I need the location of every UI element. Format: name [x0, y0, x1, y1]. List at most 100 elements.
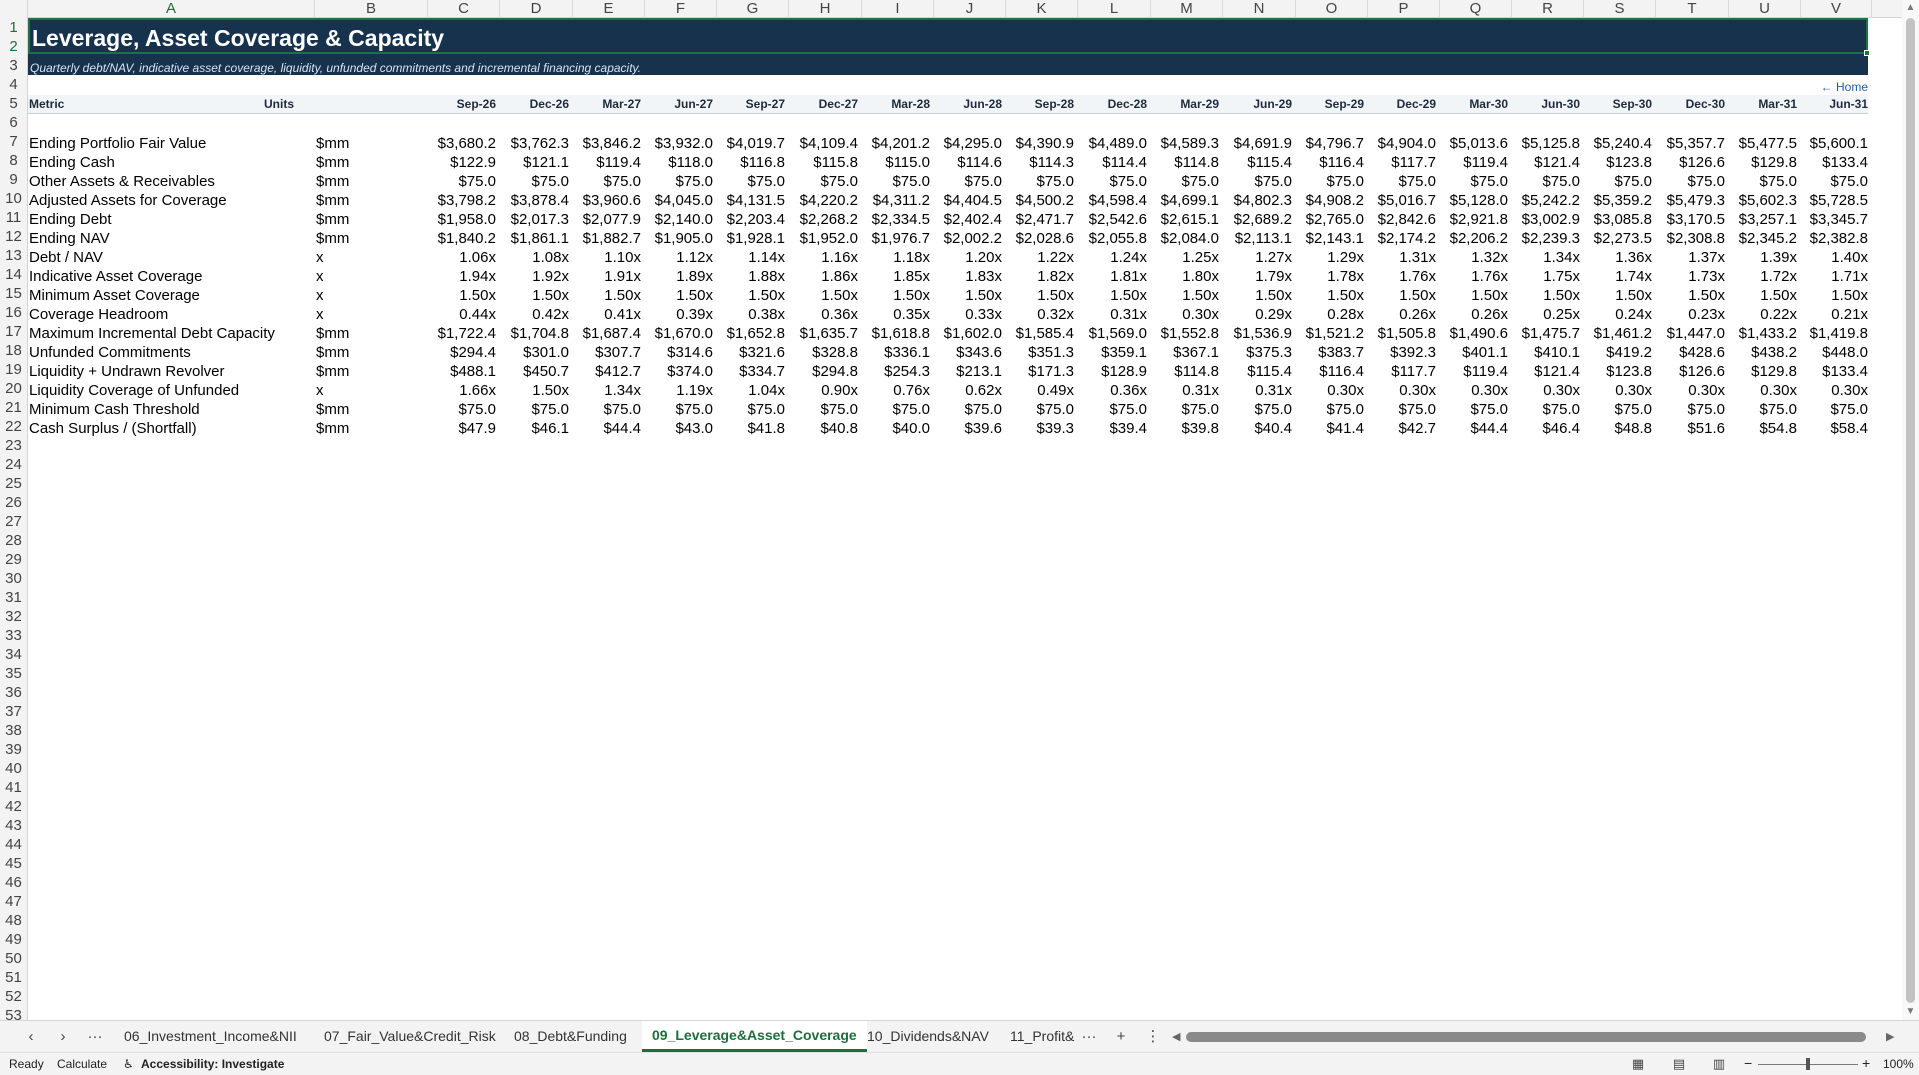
value-cell[interactable]: 1.14x [717, 248, 785, 267]
units-cell[interactable]: $mm [316, 172, 349, 191]
value-cell[interactable]: $1,952.0 [789, 229, 858, 248]
value-cell[interactable]: $75.0 [500, 172, 569, 191]
metric-label[interactable]: Coverage Headroom [29, 305, 168, 324]
value-cell[interactable]: $133.4 [1801, 362, 1868, 381]
value-cell[interactable]: 1.89x [645, 267, 713, 286]
value-cell[interactable]: $114.6 [934, 153, 1002, 172]
column-header[interactable]: T [1656, 0, 1729, 18]
value-cell[interactable]: 0.44x [428, 305, 496, 324]
value-cell[interactable]: $3,798.2 [428, 191, 496, 210]
value-cell[interactable]: $5,125.8 [1512, 134, 1580, 153]
value-cell[interactable]: $3,878.4 [500, 191, 569, 210]
value-cell[interactable]: $75.0 [573, 400, 641, 419]
row-header[interactable]: 48 [0, 911, 27, 930]
value-cell[interactable]: $75.0 [1078, 400, 1147, 419]
value-cell[interactable]: 1.88x [717, 267, 785, 286]
value-cell[interactable]: $1,704.8 [500, 324, 569, 343]
value-cell[interactable]: $321.6 [717, 343, 785, 362]
metric-label[interactable]: Liquidity + Undrawn Revolver [29, 362, 225, 381]
value-cell[interactable]: $4,311.2 [862, 191, 930, 210]
value-cell[interactable]: $3,345.7 [1801, 210, 1868, 229]
worksheet-grid[interactable]: Leverage, Asset Coverage & Capacity Quar… [28, 18, 1902, 1020]
value-cell[interactable]: $2,239.3 [1512, 229, 1580, 248]
value-cell[interactable]: $75.0 [1440, 172, 1508, 191]
value-cell[interactable]: 1.10x [573, 248, 641, 267]
value-cell[interactable]: $115.0 [862, 153, 930, 172]
value-cell[interactable]: $1,840.2 [428, 229, 496, 248]
metric-label[interactable]: Liquidity Coverage of Unfunded [29, 381, 239, 400]
value-cell[interactable]: $294.8 [789, 362, 858, 381]
calculate-button[interactable]: Calculate [57, 1057, 107, 1071]
value-cell[interactable]: 1.20x [934, 248, 1002, 267]
row-header[interactable]: 7 [0, 132, 27, 151]
value-cell[interactable]: $75.0 [1512, 400, 1580, 419]
tab-scroll-prev-button[interactable]: ‹ [20, 1027, 42, 1047]
value-cell[interactable]: 1.83x [934, 267, 1002, 286]
value-cell[interactable]: 0.76x [862, 381, 930, 400]
value-cell[interactable]: $115.4 [1223, 153, 1292, 172]
value-cell[interactable]: $122.9 [428, 153, 496, 172]
row-header[interactable]: 3 [0, 56, 27, 75]
value-cell[interactable]: $2,842.6 [1368, 210, 1436, 229]
units-cell[interactable]: $mm [316, 229, 349, 248]
value-cell[interactable]: $114.8 [1151, 362, 1219, 381]
value-cell[interactable]: $5,016.7 [1368, 191, 1436, 210]
value-cell[interactable]: $75.0 [500, 400, 569, 419]
value-cell[interactable]: 1.12x [645, 248, 713, 267]
value-cell[interactable]: 0.42x [500, 305, 569, 324]
row-header[interactable]: 30 [0, 569, 27, 588]
row-header[interactable]: 52 [0, 987, 27, 1006]
value-cell[interactable]: $488.1 [428, 362, 496, 381]
value-cell[interactable]: $5,479.3 [1656, 191, 1725, 210]
value-cell[interactable]: $4,796.7 [1296, 134, 1364, 153]
value-cell[interactable]: $5,242.2 [1512, 191, 1580, 210]
value-cell[interactable]: $47.9 [428, 419, 496, 438]
metric-label[interactable]: Debt / NAV [29, 248, 103, 267]
value-cell[interactable]: $3,085.8 [1584, 210, 1652, 229]
value-cell[interactable]: 1.85x [862, 267, 930, 286]
value-cell[interactable]: $4,589.3 [1151, 134, 1219, 153]
normal-view-icon[interactable]: ▦ [1629, 1056, 1647, 1072]
value-cell[interactable]: 1.66x [428, 381, 496, 400]
row-header[interactable]: 14 [0, 265, 27, 284]
value-cell[interactable]: $428.6 [1656, 343, 1725, 362]
value-cell[interactable]: 1.25x [1151, 248, 1219, 267]
value-cell[interactable]: $4,404.5 [934, 191, 1002, 210]
value-cell[interactable]: 1.50x [1729, 286, 1797, 305]
units-cell[interactable]: x [316, 248, 324, 267]
units-cell[interactable]: x [316, 381, 324, 400]
row-header[interactable]: 32 [0, 607, 27, 626]
metric-label[interactable]: Unfunded Commitments [29, 343, 191, 362]
value-cell[interactable]: $2,308.8 [1656, 229, 1725, 248]
value-cell[interactable]: $115.8 [789, 153, 858, 172]
value-cell[interactable]: $2,174.2 [1368, 229, 1436, 248]
value-cell[interactable]: $3,002.9 [1512, 210, 1580, 229]
value-cell[interactable]: 0.33x [934, 305, 1002, 324]
column-header[interactable]: H [789, 0, 862, 18]
value-cell[interactable]: $75.0 [934, 400, 1002, 419]
row-header[interactable]: 43 [0, 816, 27, 835]
value-cell[interactable]: $75.0 [1584, 172, 1652, 191]
value-cell[interactable]: 1.50x [862, 286, 930, 305]
value-cell[interactable]: 1.37x [1656, 248, 1725, 267]
column-header[interactable]: S [1584, 0, 1656, 18]
value-cell[interactable]: $1,602.0 [934, 324, 1002, 343]
value-cell[interactable]: 0.30x [1801, 381, 1868, 400]
value-cell[interactable]: $46.4 [1512, 419, 1580, 438]
column-header[interactable]: L [1078, 0, 1151, 18]
zoom-in-button[interactable]: + [1862, 1055, 1870, 1071]
sheet-options-button[interactable]: ⋮ [1142, 1027, 1164, 1047]
value-cell[interactable]: $213.1 [934, 362, 1002, 381]
value-cell[interactable]: $1,652.8 [717, 324, 785, 343]
value-cell[interactable]: $51.6 [1656, 419, 1725, 438]
tab-more-right-button[interactable]: ··· [1078, 1027, 1100, 1047]
value-cell[interactable]: $2,002.2 [934, 229, 1002, 248]
value-cell[interactable]: $2,113.1 [1223, 229, 1292, 248]
value-cell[interactable]: 1.50x [1223, 286, 1292, 305]
value-cell[interactable]: $4,699.1 [1151, 191, 1219, 210]
value-cell[interactable]: $5,600.1 [1801, 134, 1868, 153]
value-cell[interactable]: $4,691.9 [1223, 134, 1292, 153]
value-cell[interactable]: $2,017.3 [500, 210, 569, 229]
value-cell[interactable]: $5,477.5 [1729, 134, 1797, 153]
value-cell[interactable]: 0.38x [717, 305, 785, 324]
